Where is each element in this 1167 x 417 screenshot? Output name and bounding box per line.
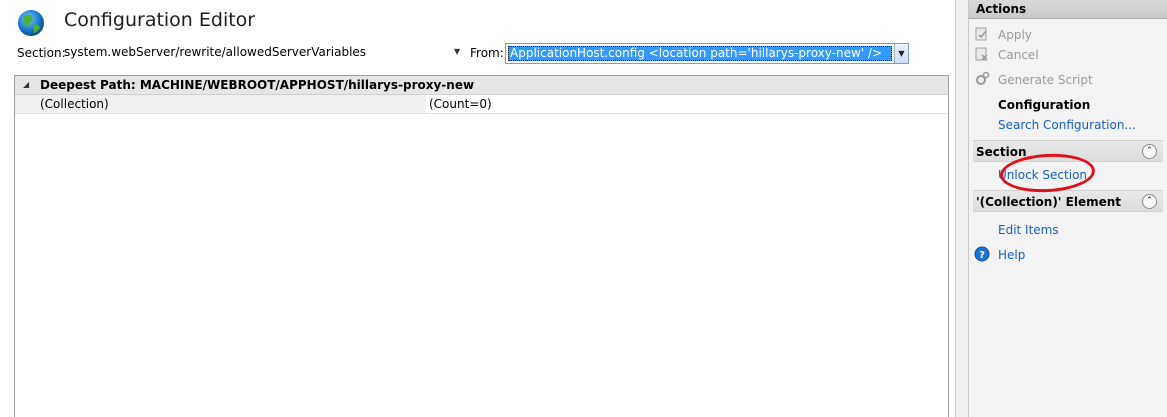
help-icon: ? bbox=[974, 246, 990, 262]
cancel-button[interactable]: Cancel bbox=[998, 48, 1039, 62]
actions-title: Actions bbox=[969, 0, 1167, 19]
section-group-title: Section bbox=[976, 145, 1027, 159]
page-title: Configuration Editor bbox=[64, 9, 256, 31]
unlock-section-link[interactable]: Unlock Section bbox=[998, 168, 1087, 182]
cancel-icon bbox=[975, 47, 988, 61]
section-dropdown-icon[interactable]: ▼ bbox=[454, 47, 460, 56]
section-group-header[interactable]: Section ⌃ bbox=[973, 140, 1163, 162]
globe-icon bbox=[18, 10, 44, 36]
property-name[interactable]: (Collection) bbox=[15, 95, 426, 113]
section-label: Section: bbox=[17, 46, 66, 60]
configuration-heading: Configuration bbox=[998, 98, 1091, 112]
collapse-triangle-icon[interactable]: ◢ bbox=[23, 80, 29, 89]
table-row[interactable]: (Collection) (Count=0) bbox=[15, 95, 948, 114]
from-selected-value[interactable]: ApplicationHost.config <location path='h… bbox=[508, 46, 892, 61]
collapse-up-icon[interactable]: ⌃ bbox=[1142, 144, 1157, 159]
deepest-path-label: Deepest Path: MACHINE/WEBROOT/APPHOST/hi… bbox=[40, 78, 475, 92]
element-group-header[interactable]: '(Collection)' Element ⌃ bbox=[973, 190, 1163, 212]
generate-script-button[interactable]: Generate Script bbox=[998, 73, 1093, 87]
svg-text:?: ? bbox=[979, 250, 985, 261]
main-pane: Configuration Editor Section: system.web… bbox=[0, 0, 955, 417]
property-value[interactable]: (Count=0) bbox=[426, 95, 948, 113]
actions-pane: Actions Apply Cancel Generate Script Con… bbox=[969, 0, 1167, 417]
collapse-up-icon[interactable]: ⌃ bbox=[1142, 194, 1157, 209]
chevron-down-icon[interactable]: ▼ bbox=[894, 44, 908, 63]
edit-items-link[interactable]: Edit Items bbox=[998, 223, 1059, 237]
apply-button[interactable]: Apply bbox=[998, 28, 1032, 42]
search-configuration-link[interactable]: Search Configuration... bbox=[998, 118, 1136, 132]
element-group-title: '(Collection)' Element bbox=[976, 195, 1122, 209]
section-combobox[interactable]: system.webServer/rewrite/allowedServerVa… bbox=[64, 45, 464, 59]
from-label: From: bbox=[470, 46, 504, 60]
property-grid: ◢ Deepest Path: MACHINE/WEBROOT/APPHOST/… bbox=[14, 75, 949, 417]
grid-group-header[interactable]: ◢ Deepest Path: MACHINE/WEBROOT/APPHOST/… bbox=[15, 76, 948, 95]
from-combobox[interactable]: ApplicationHost.config <location path='h… bbox=[505, 43, 909, 64]
apply-icon bbox=[975, 27, 987, 41]
generate-script-icon bbox=[976, 71, 990, 85]
pane-splitter[interactable] bbox=[955, 0, 969, 417]
help-link[interactable]: Help bbox=[998, 248, 1025, 262]
